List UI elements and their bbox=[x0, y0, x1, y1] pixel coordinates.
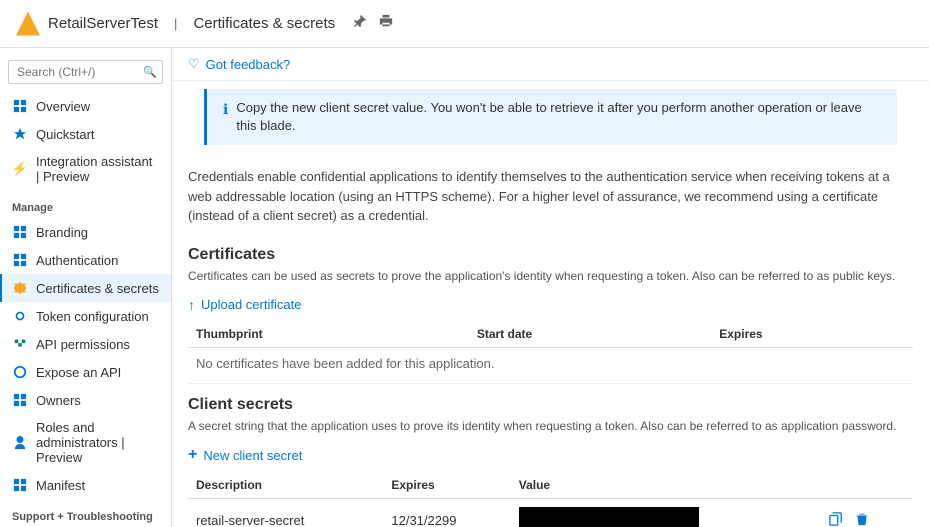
client-secrets-table: Description Expires Value retail-server-… bbox=[188, 472, 913, 527]
roles-label: Roles and administrators | Preview bbox=[36, 420, 159, 465]
expose-api-icon bbox=[12, 364, 28, 380]
table-row: No certificates have been added for this… bbox=[188, 347, 913, 379]
header-separator: | bbox=[174, 16, 177, 31]
sidebar-item-certs[interactable]: Certificates & secrets bbox=[0, 274, 171, 302]
token-icon bbox=[12, 308, 28, 324]
sidebar-item-quickstart[interactable]: Quickstart bbox=[0, 120, 171, 148]
search-icon: 🔍 bbox=[143, 66, 157, 79]
section-divider bbox=[188, 383, 913, 384]
delete-secret-button[interactable] bbox=[853, 510, 871, 527]
certificates-section: Certificates Certificates can be used as… bbox=[172, 238, 929, 289]
sidebar-item-api-perms[interactable]: API permissions bbox=[0, 330, 171, 358]
owners-label: Owners bbox=[36, 393, 81, 408]
app-name: RetailServerTest bbox=[48, 15, 158, 32]
client-secrets-table-container: Description Expires Value retail-server-… bbox=[172, 472, 929, 527]
info-banner-text: Copy the new client secret value. You wo… bbox=[236, 99, 881, 135]
manage-section-label: Manage bbox=[0, 190, 171, 218]
client-secrets-desc: A secret string that the application use… bbox=[188, 418, 913, 435]
sidebar-item-token[interactable]: Token configuration bbox=[0, 302, 171, 330]
certificates-title: Certificates bbox=[188, 246, 913, 264]
heart-icon: ♡ bbox=[188, 56, 200, 72]
branding-icon bbox=[12, 224, 28, 240]
client-secrets-section: Client secrets A secret string that the … bbox=[172, 388, 929, 439]
integration-label: Integration assistant | Preview bbox=[36, 154, 159, 184]
client-secrets-title: Client secrets bbox=[188, 396, 913, 414]
info-banner: ℹ Copy the new client secret value. You … bbox=[204, 89, 897, 145]
secret-description: retail-server-secret bbox=[188, 499, 383, 527]
roles-icon bbox=[12, 435, 28, 451]
header-actions bbox=[351, 12, 395, 35]
quickstart-icon bbox=[12, 126, 28, 142]
secret-actions bbox=[819, 499, 913, 527]
sidebar-item-roles[interactable]: Roles and administrators | Preview bbox=[0, 414, 171, 471]
credentials-description: Credentials enable confidential applicat… bbox=[172, 157, 929, 238]
pin-button[interactable] bbox=[351, 12, 369, 35]
col-description: Description bbox=[188, 472, 383, 499]
feedback-text: Got feedback? bbox=[206, 57, 291, 72]
secret-value bbox=[511, 499, 819, 527]
authentication-icon bbox=[12, 252, 28, 268]
main-layout: 🔍 Overview Quickstart ⚡ Integration assi… bbox=[0, 48, 929, 527]
certificates-desc: Certificates can be used as secrets to p… bbox=[188, 268, 913, 285]
certificates-table: Thumbprint Start date Expires No certifi… bbox=[188, 321, 913, 379]
secret-value-masked bbox=[519, 507, 699, 527]
overview-icon bbox=[12, 98, 28, 114]
api-perms-label: API permissions bbox=[36, 337, 130, 352]
quickstart-label: Quickstart bbox=[36, 127, 95, 142]
certificates-table-container: Thumbprint Start date Expires No certifi… bbox=[172, 321, 929, 379]
top-header: RetailServerTest | Certificates & secret… bbox=[0, 0, 929, 48]
support-section-label: Support + Troubleshooting bbox=[0, 499, 171, 527]
sidebar-item-expose-api[interactable]: Expose an API bbox=[0, 358, 171, 386]
sidebar-item-branding[interactable]: Branding bbox=[0, 218, 171, 246]
sidebar-item-authentication[interactable]: Authentication bbox=[0, 246, 171, 274]
col-value: Value bbox=[511, 472, 819, 499]
search-input[interactable] bbox=[8, 60, 163, 84]
new-client-secret-button[interactable]: + New client secret bbox=[172, 438, 318, 472]
app-icon bbox=[16, 12, 40, 36]
sidebar-item-overview[interactable]: Overview bbox=[0, 92, 171, 120]
api-perms-icon bbox=[12, 336, 28, 352]
integration-icon: ⚡ bbox=[12, 161, 28, 177]
col-start-date: Start date bbox=[469, 321, 711, 348]
sidebar-item-manifest[interactable]: Manifest bbox=[0, 471, 171, 499]
table-row: retail-server-secret 12/31/2299 bbox=[188, 499, 913, 527]
new-secret-label: New client secret bbox=[203, 448, 302, 463]
owners-icon bbox=[12, 392, 28, 408]
sidebar: 🔍 Overview Quickstart ⚡ Integration assi… bbox=[0, 48, 172, 527]
page-title: Certificates & secrets bbox=[193, 15, 335, 32]
content-area: ♡ Got feedback? ℹ Copy the new client se… bbox=[172, 48, 929, 527]
search-container: 🔍 bbox=[8, 60, 163, 84]
copy-secret-button[interactable] bbox=[827, 510, 845, 527]
feedback-bar[interactable]: ♡ Got feedback? bbox=[172, 48, 929, 81]
col-thumbprint: Thumbprint bbox=[188, 321, 469, 348]
manifest-label: Manifest bbox=[36, 478, 85, 493]
overview-label: Overview bbox=[36, 99, 90, 114]
col-expires: Expires bbox=[383, 472, 510, 499]
upload-certificate-button[interactable]: ↑ Upload certificate bbox=[172, 289, 317, 321]
upload-label: Upload certificate bbox=[201, 297, 301, 312]
token-label: Token configuration bbox=[36, 309, 149, 324]
action-icons-group bbox=[827, 510, 905, 527]
no-certs-message: No certificates have been added for this… bbox=[188, 347, 913, 379]
certs-icon bbox=[12, 280, 28, 296]
add-icon: + bbox=[188, 446, 197, 464]
branding-label: Branding bbox=[36, 225, 88, 240]
col-expires: Expires bbox=[711, 321, 913, 348]
sidebar-item-owners[interactable]: Owners bbox=[0, 386, 171, 414]
authentication-label: Authentication bbox=[36, 253, 118, 268]
print-button[interactable] bbox=[377, 12, 395, 35]
sidebar-item-integration[interactable]: ⚡ Integration assistant | Preview bbox=[0, 148, 171, 190]
upload-icon: ↑ bbox=[188, 297, 195, 313]
manifest-icon bbox=[12, 477, 28, 493]
info-icon: ℹ bbox=[223, 100, 228, 135]
expose-api-label: Expose an API bbox=[36, 365, 121, 380]
certs-label: Certificates & secrets bbox=[36, 281, 159, 296]
secret-expires: 12/31/2299 bbox=[383, 499, 510, 527]
